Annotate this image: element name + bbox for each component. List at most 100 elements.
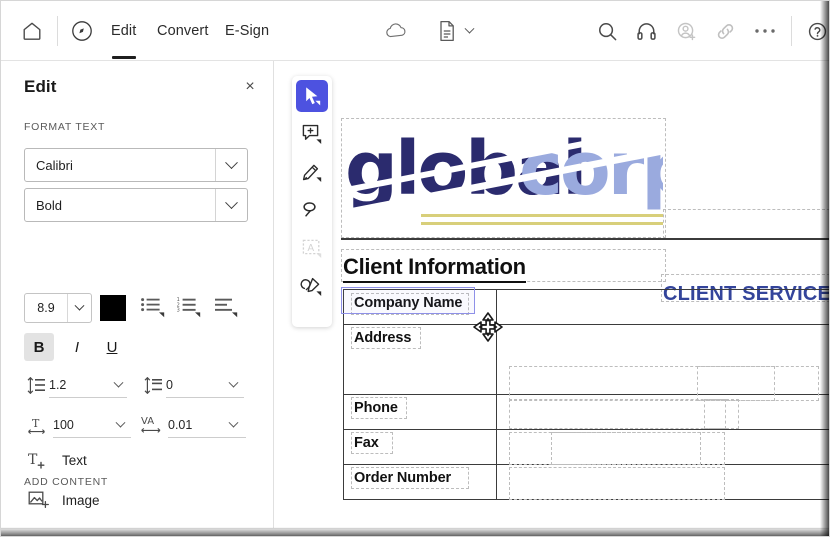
line-spacing-value: 1.2 bbox=[49, 377, 67, 392]
align-text-icon[interactable] bbox=[213, 296, 239, 318]
table-cell-value[interactable] bbox=[497, 325, 830, 401]
add-image-label: Image bbox=[62, 492, 100, 508]
table-row[interactable]: Phone bbox=[344, 395, 830, 430]
chevron-down-icon[interactable] bbox=[225, 377, 241, 392]
table-cell-label[interactable]: Phone bbox=[344, 395, 497, 429]
application-window: Edit Convert E-Sign Edit × FORMAT TEXT C… bbox=[0, 0, 830, 537]
region-outline-a bbox=[663, 209, 830, 239]
bold-label: B bbox=[33, 338, 45, 356]
svg-text:T: T bbox=[28, 452, 38, 468]
svg-text:T: T bbox=[32, 417, 40, 430]
toolbar-divider-1 bbox=[57, 16, 58, 46]
chevron-down-icon[interactable] bbox=[110, 377, 126, 392]
add-person-icon[interactable] bbox=[674, 19, 698, 43]
character-spacing-value: 0.01 bbox=[168, 417, 193, 432]
table-cell-value[interactable] bbox=[497, 290, 830, 324]
font-size-value: 8.9 bbox=[37, 301, 55, 315]
horizontal-scale-icon: T bbox=[26, 415, 48, 435]
search-icon[interactable] bbox=[595, 19, 619, 43]
chevron-down-icon[interactable] bbox=[225, 417, 241, 432]
value-region-outline bbox=[509, 467, 725, 500]
annotation-tool-palette: A bbox=[292, 76, 332, 327]
logo-accent-line-1 bbox=[421, 214, 663, 217]
table-row[interactable]: Address bbox=[344, 325, 830, 401]
document-viewport[interactable]: global corp CLIENT SERVICE Client Inform… bbox=[275, 61, 830, 528]
add-text-button[interactable]: T Text bbox=[28, 447, 228, 473]
table-label-text: Address bbox=[354, 330, 412, 346]
table-cell-value[interactable] bbox=[497, 465, 830, 500]
table-cell-label[interactable]: Company Name bbox=[344, 290, 497, 324]
highlight-tool[interactable] bbox=[296, 156, 328, 188]
table-row[interactable]: Order Number bbox=[344, 465, 830, 500]
add-text-label: Text bbox=[62, 452, 87, 468]
signature-tool[interactable] bbox=[296, 270, 328, 302]
comment-tool[interactable] bbox=[296, 118, 328, 150]
svg-text:3: 3 bbox=[177, 308, 180, 314]
paragraph-spacing-icon bbox=[143, 375, 163, 395]
table-label-text: Company Name bbox=[354, 295, 463, 311]
svg-text:A: A bbox=[307, 243, 314, 254]
table-cell-label[interactable]: Fax bbox=[344, 430, 497, 464]
chevron-down-icon[interactable] bbox=[215, 189, 247, 221]
close-icon[interactable]: × bbox=[240, 77, 260, 97]
bold-button[interactable]: B bbox=[24, 333, 54, 361]
table-cell-label[interactable]: Address bbox=[344, 325, 497, 394]
client-information-table[interactable]: Company Name Address Phone Fax Order Num… bbox=[343, 289, 830, 500]
font-size-select[interactable]: 8.9 bbox=[24, 293, 92, 323]
paragraph-spacing-value: 0 bbox=[166, 377, 173, 392]
home-icon[interactable] bbox=[19, 18, 45, 44]
font-family-select[interactable]: Calibri bbox=[24, 148, 248, 182]
help-icon[interactable] bbox=[805, 19, 829, 43]
toolbar-divider-2 bbox=[791, 16, 792, 46]
underline-label: U bbox=[106, 338, 118, 356]
globalcorp-logo: global corp bbox=[343, 126, 663, 234]
add-text-icon: T bbox=[28, 450, 50, 470]
table-cell-value[interactable] bbox=[497, 430, 830, 465]
tab-edit[interactable]: Edit bbox=[111, 23, 136, 39]
font-family-value: Calibri bbox=[36, 157, 73, 173]
page-title: Edit bbox=[24, 77, 57, 96]
draw-lasso-tool[interactable] bbox=[296, 194, 328, 226]
va-label: VA bbox=[141, 416, 154, 427]
pdf-page[interactable]: global corp CLIENT SERVICE Client Inform… bbox=[275, 61, 830, 528]
table-row[interactable]: Fax bbox=[344, 430, 830, 465]
chevron-down-icon[interactable] bbox=[67, 294, 91, 322]
headset-icon[interactable] bbox=[634, 19, 658, 43]
chevron-down-icon[interactable] bbox=[461, 23, 477, 38]
cloud-icon[interactable] bbox=[383, 20, 409, 42]
window-bottom-strip bbox=[0, 528, 830, 537]
table-row[interactable]: Company Name bbox=[344, 290, 830, 325]
table-cell-label[interactable]: Order Number bbox=[344, 465, 497, 499]
underline-button[interactable]: U bbox=[97, 333, 127, 361]
italic-button[interactable]: I bbox=[62, 333, 92, 361]
chevron-down-icon[interactable] bbox=[112, 417, 128, 432]
value-region-outline bbox=[509, 399, 739, 429]
horizontal-scale-value: 100 bbox=[53, 417, 74, 432]
table-label-text: Order Number bbox=[354, 470, 452, 486]
tab-convert[interactable]: Convert bbox=[157, 23, 208, 39]
text-box-tool[interactable]: A bbox=[296, 232, 328, 264]
select-tool[interactable] bbox=[296, 80, 328, 112]
font-color-swatch[interactable] bbox=[100, 295, 126, 321]
font-style-value: Bold bbox=[36, 197, 63, 213]
value-region-outline bbox=[704, 399, 726, 429]
app-logo-icon[interactable] bbox=[69, 18, 95, 44]
add-image-button[interactable]: Image bbox=[28, 487, 228, 513]
numbered-list-icon[interactable]: 123 bbox=[176, 296, 202, 318]
line-spacing-icon bbox=[26, 375, 46, 395]
more-options-icon[interactable] bbox=[753, 19, 777, 43]
italic-label: I bbox=[74, 338, 80, 356]
top-toolbar: Edit Convert E-Sign bbox=[0, 0, 830, 61]
table-cell-value[interactable] bbox=[497, 395, 830, 429]
document-icon[interactable] bbox=[436, 19, 458, 43]
bullet-list-icon[interactable] bbox=[140, 296, 166, 318]
tab-esign[interactable]: E-Sign bbox=[225, 23, 269, 39]
add-image-icon bbox=[28, 490, 50, 510]
link-icon[interactable] bbox=[713, 19, 737, 43]
chevron-down-icon[interactable] bbox=[215, 149, 247, 181]
font-style-select[interactable]: Bold bbox=[24, 188, 248, 222]
format-text-section-label: FORMAT TEXT bbox=[24, 121, 106, 133]
character-spacing-icon: VA bbox=[139, 413, 167, 435]
table-label-text: Fax bbox=[354, 435, 379, 451]
value-region-outline bbox=[551, 432, 701, 465]
